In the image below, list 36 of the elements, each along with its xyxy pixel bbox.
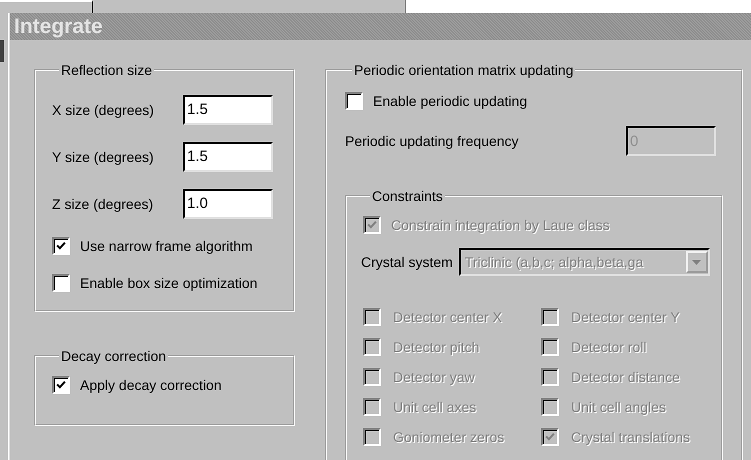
checkbox-label: Apply decay correction	[80, 376, 222, 392]
checkbox[interactable]	[52, 274, 70, 292]
window-title: Integrate	[14, 14, 103, 38]
checkbox-label: Enable box size optimization	[80, 274, 258, 290]
dropdown-label: Crystal system	[361, 254, 453, 270]
input-field[interactable]: 1.0	[183, 188, 273, 218]
checkbox-label: Detector roll	[571, 339, 646, 355]
checkbox-label: Goniometer zeros	[393, 429, 504, 445]
checkbox-label: Enable periodic updating	[373, 93, 528, 109]
checkbox-label: Crystal translations	[571, 429, 690, 445]
check-icon	[367, 220, 377, 230]
checkbox-label: Use narrow frame algorithm	[80, 238, 253, 254]
checkbox-label: Constrain integration by Laue class	[391, 217, 610, 233]
field-label: X size (degrees)	[52, 102, 154, 118]
group-title: Reflection size	[60, 62, 154, 78]
group-title: Decay correction	[60, 348, 168, 364]
check-icon	[545, 432, 555, 442]
checkbox[interactable]	[345, 92, 363, 110]
checkbox-label: Detector center Y	[571, 309, 680, 325]
checkbox-label: Detector distance	[571, 369, 680, 385]
group-title: Periodic orientation matrix updating	[353, 62, 574, 78]
checkbox[interactable]	[52, 376, 70, 394]
field-label: Y size (degrees)	[52, 148, 154, 164]
checkbox-label: Detector center X	[393, 309, 502, 325]
field-label: Z size (degrees)	[52, 196, 154, 212]
checkbox-label: Unit cell angles	[571, 399, 666, 415]
group-title: Constraints	[371, 188, 444, 204]
checkbox-label: Detector yaw	[393, 369, 475, 385]
input-field[interactable]: 1.5	[183, 142, 273, 172]
checkbox-label: Detector pitch	[393, 339, 480, 355]
check-icon	[56, 380, 66, 390]
field-label: Periodic updating frequency	[345, 133, 519, 149]
check-icon	[56, 240, 66, 250]
checkbox-label: Unit cell axes	[393, 399, 476, 415]
checkbox[interactable]	[52, 236, 70, 254]
input-field[interactable]: 1.5	[183, 94, 273, 124]
